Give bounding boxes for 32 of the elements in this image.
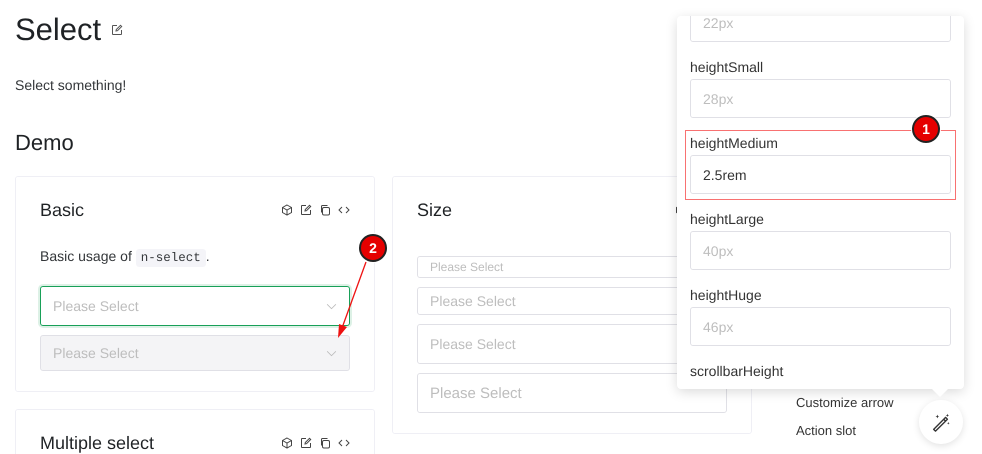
copy-icon[interactable] (319, 437, 331, 449)
annotation-badge: 2 (359, 234, 387, 262)
anchor-link[interactable]: Customize arrow (796, 394, 894, 412)
chevron-down-icon (326, 350, 337, 356)
input-field[interactable]: 2.5rem (690, 155, 951, 194)
field-label: heightLarge (690, 210, 765, 228)
magic-wand-icon (930, 411, 952, 433)
field-label: heightMedium (690, 134, 779, 152)
code-icon[interactable] (338, 437, 350, 449)
input-field[interactable]: 22px (690, 16, 951, 42)
section-heading: Demo (15, 129, 74, 157)
edit-icon[interactable] (300, 204, 312, 216)
page-description: Select something! (15, 76, 128, 95)
edit-icon[interactable] (111, 24, 124, 36)
input-field[interactable]: 40px (690, 231, 951, 270)
theme-editor-button[interactable] (919, 400, 963, 444)
select-field[interactable]: Please Select (40, 286, 350, 326)
field-label: heightSmall (690, 58, 764, 76)
copy-icon[interactable] (319, 204, 331, 216)
anchor-link[interactable]: Action slot (796, 422, 894, 440)
input-field[interactable]: 28px (690, 79, 951, 118)
cube-icon[interactable] (281, 204, 293, 216)
card-title: Size (417, 200, 452, 220)
card-title: Multiple select (40, 432, 154, 454)
cube-icon[interactable] (281, 437, 293, 449)
input-field[interactable]: 46px (690, 307, 951, 346)
card-description: Basic usage of n-select . (40, 247, 211, 269)
page-title: Select (15, 11, 102, 49)
chevron-down-icon (326, 302, 337, 310)
card-title: Basic (40, 200, 84, 220)
code-icon[interactable] (338, 204, 350, 216)
edit-icon[interactable] (300, 437, 312, 449)
